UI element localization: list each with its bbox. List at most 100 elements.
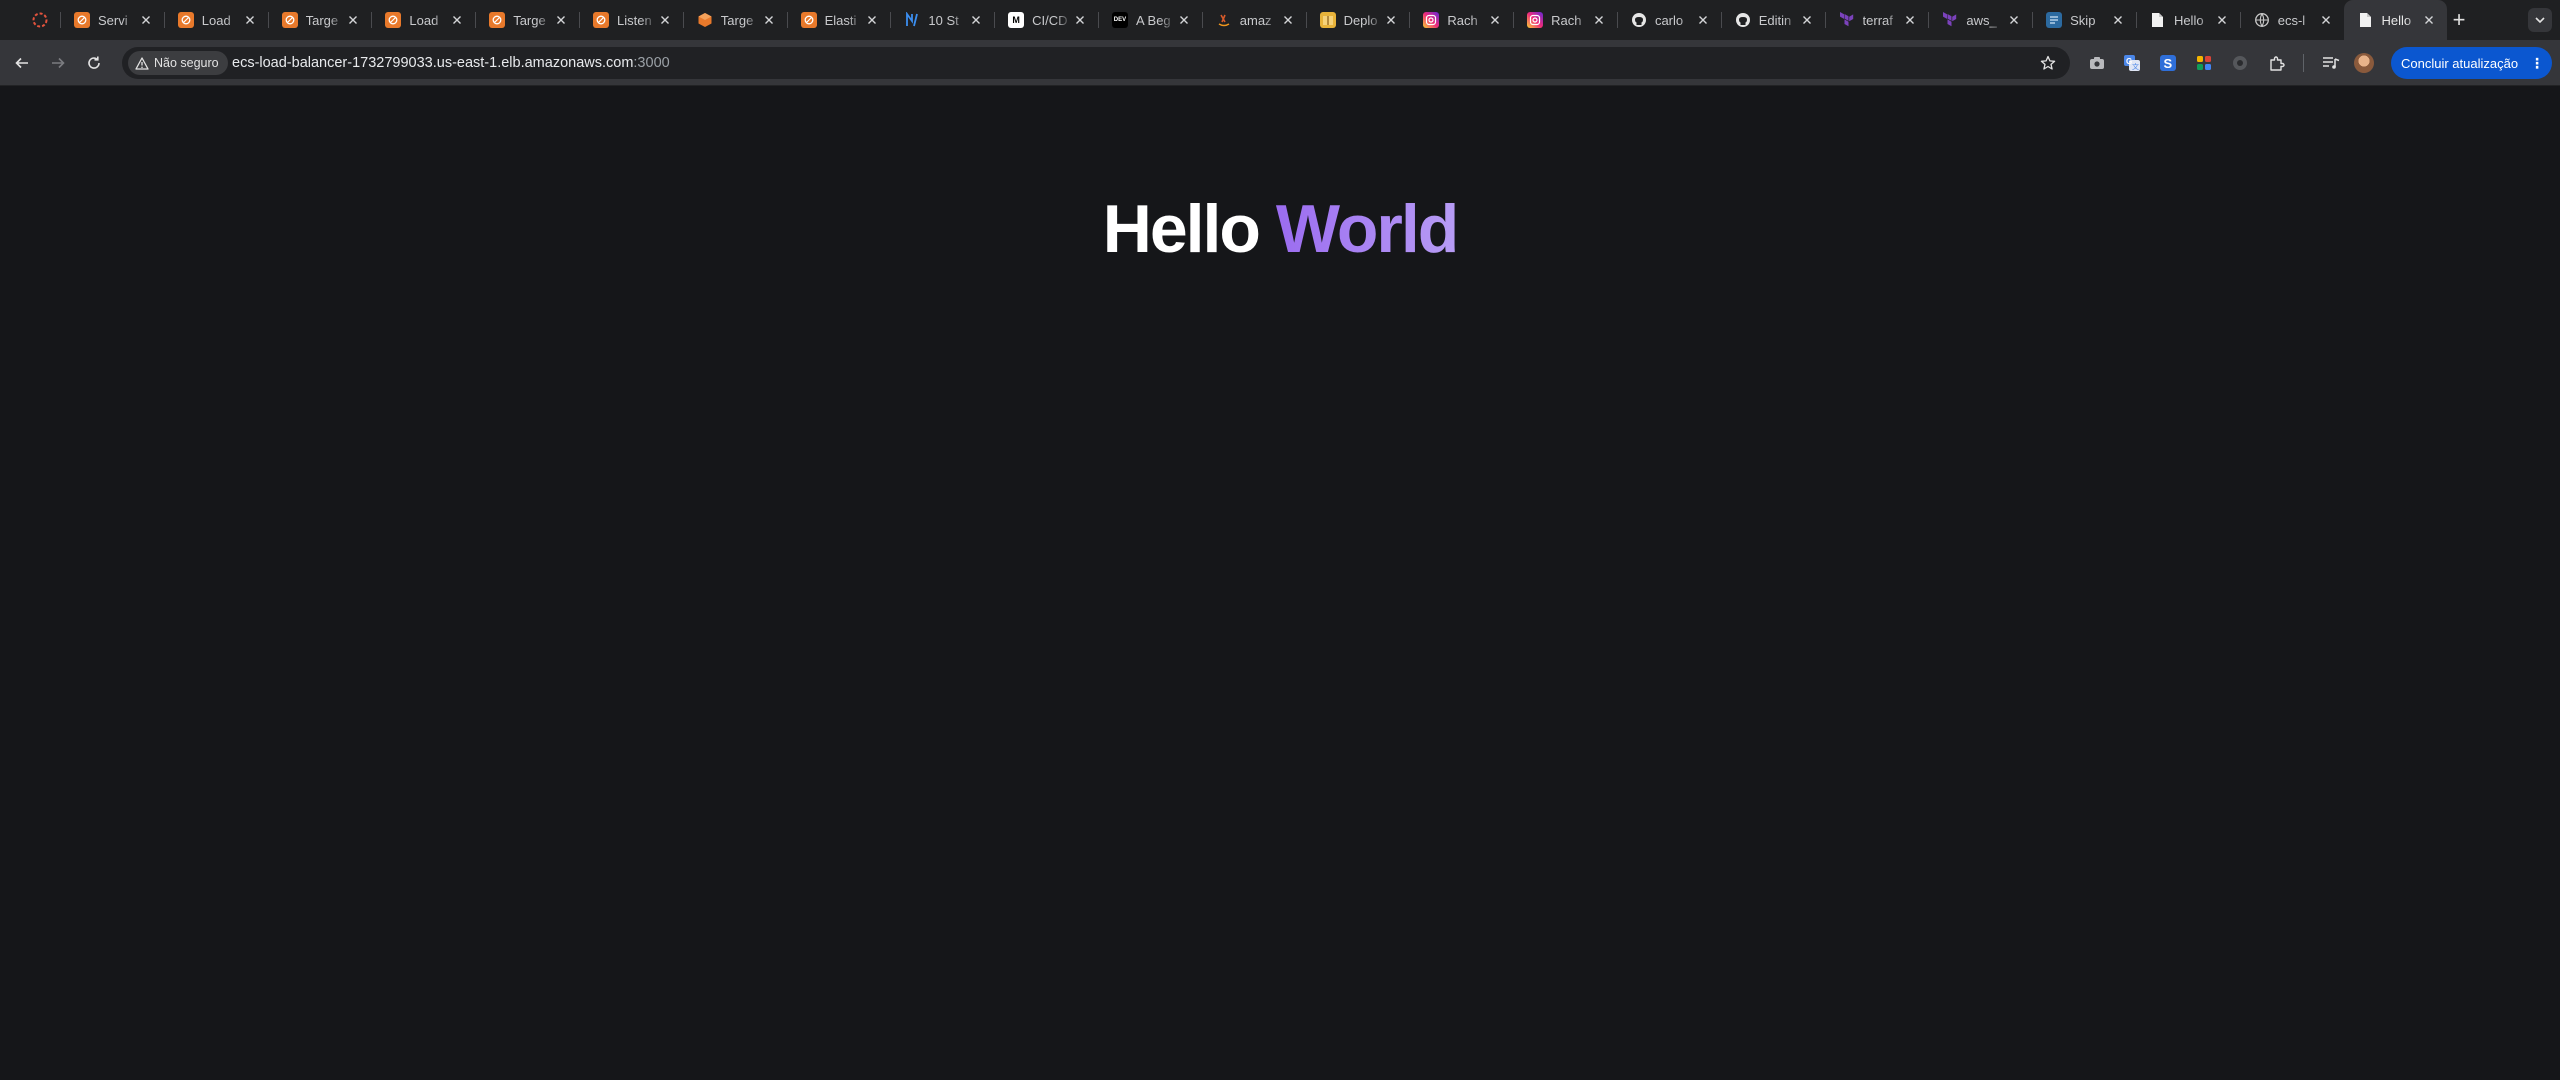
address-bar[interactable]: Não seguro ecs-load-balancer-1732799033.…: [122, 47, 2070, 79]
browser-tab[interactable]: aws_: [1928, 0, 2032, 40]
instagram-icon: [1527, 12, 1544, 28]
close-tab-icon[interactable]: [2110, 12, 2126, 28]
extension-s-button[interactable]: S: [2157, 52, 2179, 74]
browser-tab[interactable]: Listen: [578, 0, 683, 40]
page-heading: Hello World: [0, 195, 2560, 263]
update-button-label: Concluir atualização: [2401, 55, 2519, 71]
tab-title: Deplo: [1343, 12, 1378, 28]
page-viewport: Hello World: [0, 87, 2560, 1080]
record-icon: [2233, 56, 2247, 70]
aws-console-icon: [800, 12, 817, 28]
bookmark-star-button[interactable]: [2038, 53, 2058, 73]
url-text[interactable]: ecs-load-balancer-1732799033.us-east-1.e…: [232, 47, 670, 79]
close-tab-icon[interactable]: [1902, 12, 1918, 28]
security-chip[interactable]: Não seguro: [128, 51, 228, 75]
close-tab-icon[interactable]: [2006, 12, 2022, 28]
package-icon: [1319, 12, 1336, 28]
tab-title: terraf: [1862, 12, 1893, 28]
close-tab-icon[interactable]: [968, 12, 984, 28]
close-tab-icon[interactable]: [553, 12, 569, 28]
browser-tab[interactable]: Skip: [2032, 0, 2136, 40]
browser-toolbar: Não seguro ecs-load-balancer-1732799033.…: [0, 40, 2560, 86]
tab-group-circle-icon: [32, 12, 47, 27]
tab-group-icon[interactable]: [30, 10, 49, 29]
toolbar-divider: [2303, 54, 2304, 72]
close-tab-icon[interactable]: [345, 12, 361, 28]
globe-icon: [2254, 12, 2270, 28]
new-tab-plus-icon: +: [2452, 7, 2466, 32]
extension-translate-button[interactable]: G 文: [2121, 52, 2143, 74]
browser-tab[interactable]: Editin: [1720, 0, 1825, 40]
browser-tab[interactable]: Load: [163, 0, 268, 40]
tab-title: carlo: [1654, 12, 1684, 28]
browser-tab[interactable]: Deplo: [1305, 0, 1410, 40]
page-icon: [2358, 12, 2374, 28]
page-icon: [2150, 12, 2166, 28]
browser-tab[interactable]: Load: [371, 0, 475, 40]
close-tab-icon[interactable]: [2214, 12, 2230, 28]
update-browser-button[interactable]: Concluir atualização ⋮: [2391, 47, 2552, 79]
terraform-icon: [1839, 12, 1855, 28]
close-tab-icon[interactable]: [864, 12, 880, 28]
forward-button[interactable]: [46, 51, 70, 75]
browser-tab[interactable]: Targe: [267, 0, 372, 40]
browser-tab[interactable]: Rach: [1409, 0, 1513, 40]
back-button[interactable]: [10, 51, 34, 75]
close-tab-icon[interactable]: [657, 12, 673, 28]
tab-title: Targe: [720, 12, 754, 28]
close-tab-icon[interactable]: [1591, 12, 1607, 28]
close-tab-icon[interactable]: [1695, 12, 1711, 28]
tab-title: amaz: [1239, 12, 1272, 28]
browser-tab[interactable]: Servi: [60, 0, 164, 40]
reload-button[interactable]: [82, 51, 106, 75]
browser-tab[interactable]: M CI/CD: [994, 0, 1098, 40]
browser-tab[interactable]: 10 St: [890, 0, 994, 40]
close-tab-icon[interactable]: [1383, 12, 1399, 28]
tab-title: A Beg: [1135, 12, 1171, 28]
browser-tab[interactable]: Targe: [475, 0, 579, 40]
browser-tab[interactable]: Targe: [682, 0, 787, 40]
tab-title: Load: [201, 12, 231, 28]
browser-tab[interactable]: ecs-l: [2239, 0, 2344, 40]
close-tab-icon[interactable]: [761, 12, 777, 28]
browser-tab[interactable]: amaz: [1201, 0, 1306, 40]
tab-title: Rach: [1447, 12, 1478, 28]
tab-strip: Servi Load Targe Load Targe Listen Targe Elasti…: [0, 0, 2560, 40]
browser-tab[interactable]: DEV A Beg: [1097, 0, 1202, 40]
close-tab-icon[interactable]: [2421, 12, 2437, 28]
extension-record-button[interactable]: [2229, 52, 2251, 74]
close-tab-icon[interactable]: [2318, 12, 2334, 28]
close-tab-icon[interactable]: [1280, 12, 1296, 28]
dev-to-icon: DEV: [1111, 12, 1128, 28]
extension-screenshot-button[interactable]: [2086, 52, 2108, 74]
amazon-icon: [1216, 12, 1232, 28]
tab-search-button[interactable]: [2528, 8, 2552, 32]
aws-console-icon: [281, 12, 298, 28]
s-logo-icon: S: [2160, 55, 2176, 71]
close-tab-icon[interactable]: [1487, 12, 1503, 28]
browser-tab[interactable]: Elasti: [786, 0, 891, 40]
close-tab-icon[interactable]: [242, 12, 258, 28]
tab-title: Listen: [616, 12, 652, 28]
browser-tab[interactable]: Hello: [2343, 0, 2448, 40]
close-tab-icon[interactable]: [1799, 12, 1815, 28]
tab-title: Elasti: [824, 12, 857, 28]
aws-console-icon: [74, 12, 90, 28]
reading-list-button[interactable]: [2320, 52, 2342, 74]
new-tab-button[interactable]: +: [2447, 7, 2471, 32]
tab-title: Targe: [305, 12, 339, 28]
close-tab-icon[interactable]: [1072, 12, 1088, 28]
translate-icon: G 文: [2124, 55, 2140, 71]
close-tab-icon[interactable]: [1176, 12, 1192, 28]
browser-tab[interactable]: Rach: [1513, 0, 1617, 40]
browser-tab[interactable]: carlo: [1616, 0, 1721, 40]
svg-text:S: S: [2164, 56, 2173, 71]
extension-color-grid-button[interactable]: [2193, 52, 2215, 74]
close-tab-icon[interactable]: [449, 12, 465, 28]
browser-tab[interactable]: Hello: [2135, 0, 2240, 40]
puzzle-icon: [2270, 56, 2285, 71]
close-tab-icon[interactable]: [138, 12, 154, 28]
extensions-menu-button[interactable]: [2266, 52, 2288, 74]
profile-avatar[interactable]: [2354, 53, 2374, 73]
browser-tab[interactable]: terraf: [1824, 0, 1929, 40]
